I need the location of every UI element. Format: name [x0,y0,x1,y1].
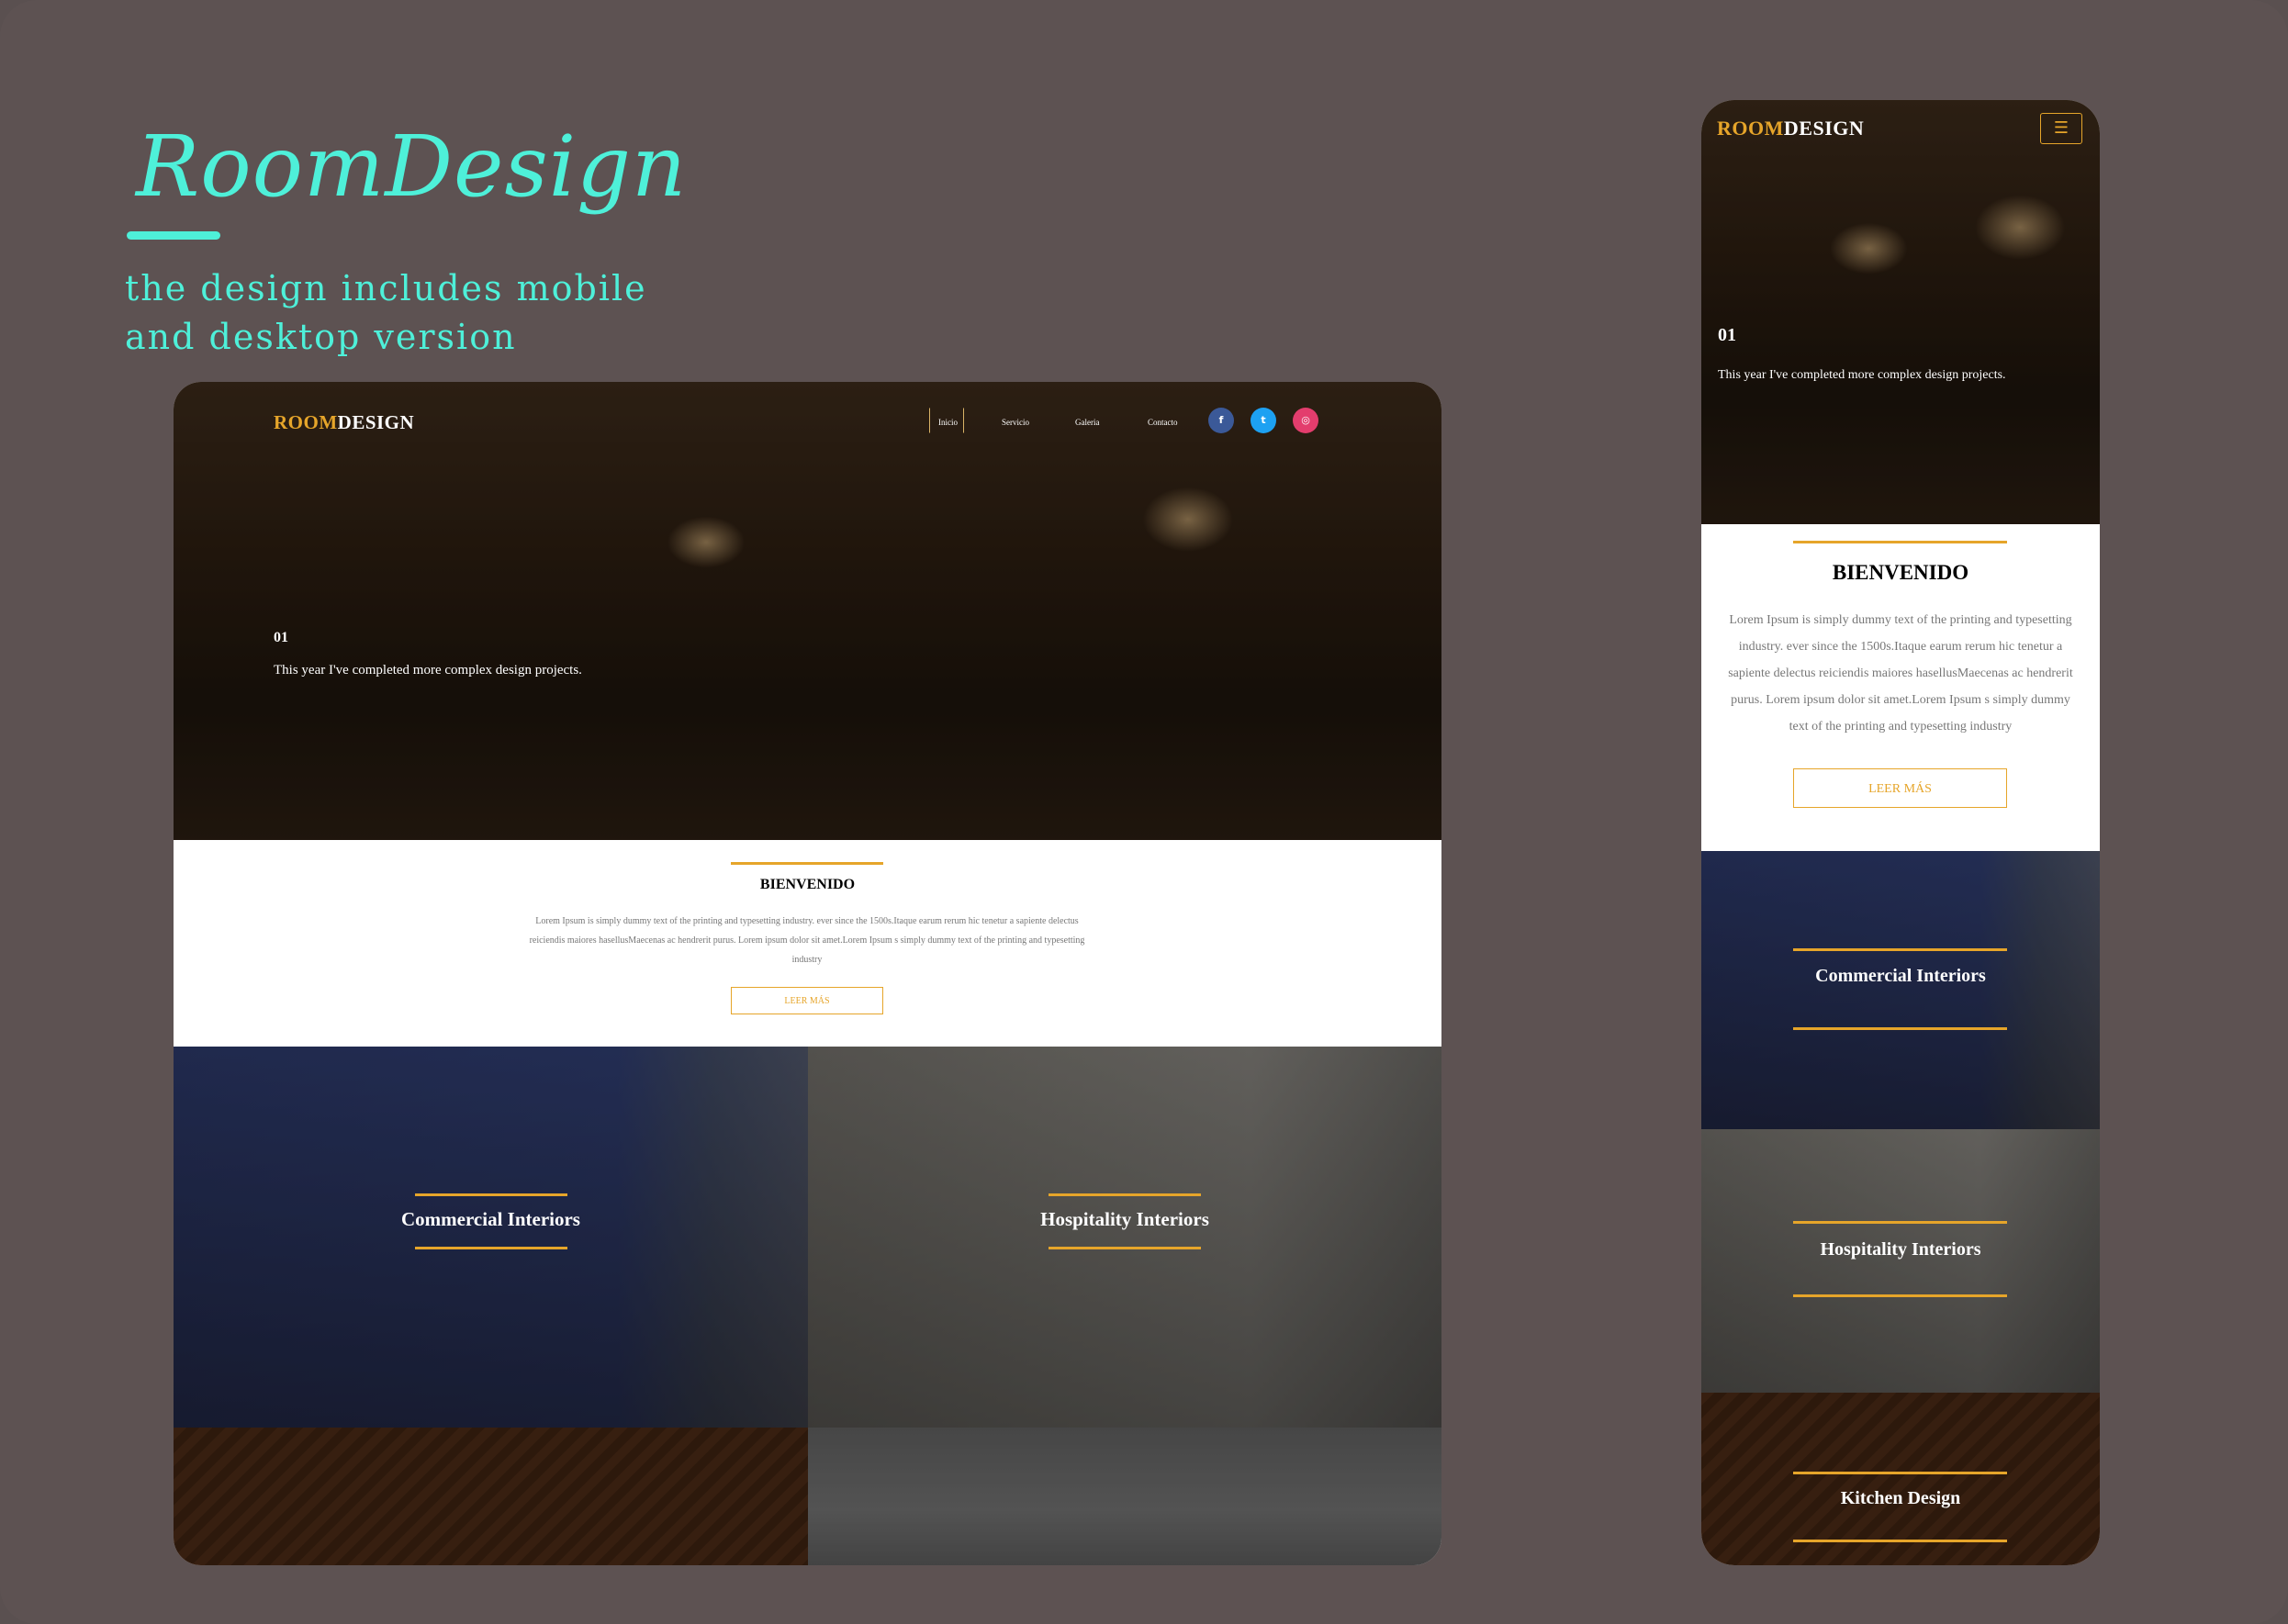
tile-overlay [1701,851,2100,1129]
tile-line-top [1793,948,2007,951]
tile-label: Hospitality Interiors [1820,1239,1981,1260]
tile-line-top [415,1193,567,1196]
tile-line-bottom [1793,1540,2007,1542]
tile-overlay [174,1428,808,1565]
presentation-canvas: RoomDesign the design includes mobile an… [0,0,2288,1624]
tile-label: Hospitality Interiors [1040,1208,1209,1230]
tile-commercial-interiors[interactable]: Commercial Interiors [1701,851,2100,1129]
welcome-divider [1793,541,2007,543]
hero-caption: This year I've completed more complex de… [1718,368,2006,382]
facebook-icon[interactable]: f [1208,408,1234,433]
tile-kitchen-preview[interactable] [808,1428,1441,1565]
hero-overlay [174,382,1441,840]
tile-line-bottom [1049,1247,1201,1249]
tile-line-bottom [415,1247,567,1249]
welcome-title: BIENVENIDO [759,877,856,892]
tile-line-top [1793,1221,2007,1224]
tile-line-top [1793,1472,2007,1474]
desktop-logo[interactable]: ROOMDESIGN [274,411,414,434]
desktop-mockup: ROOMDESIGN Inicio Servicio Galeria Conta… [174,382,1441,1565]
tile-label: Kitchen Design [1840,1488,1961,1508]
tile-line-top [1049,1193,1201,1196]
logo-rest: DESIGN [337,411,415,433]
logo-accent: ROOM [1717,117,1784,140]
tile-hospitality-interiors[interactable]: Hospitality Interiors [808,1047,1441,1428]
welcome-title: BIENVENIDO [1832,561,1969,584]
logo-accent: ROOM [274,411,338,433]
hero-caption: This year I've completed more complex de… [274,663,582,678]
tile-overlay [808,1428,1441,1565]
tile-hospitality-interiors[interactable]: Hospitality Interiors [1701,1129,2100,1393]
brand-underline [127,231,220,240]
desktop-welcome-section: BIENVENIDO Lorem Ipsum is simply dummy t… [174,840,1441,1047]
tile-commercial-interiors[interactable]: Commercial Interiors [174,1047,808,1428]
tile-line-bottom [1793,1294,2007,1297]
logo-rest: DESIGN [1783,117,1865,140]
tile-kitchen-design[interactable]: Kitchen Design [1701,1393,2100,1565]
hero-overlay [1701,100,2100,524]
nav-item-galeria[interactable]: Galeria [1075,418,1099,427]
twitter-icon[interactable]: t [1251,408,1276,433]
nav-item-contacto[interactable]: Contacto [1148,418,1178,427]
instagram-icon[interactable]: ◎ [1293,408,1318,433]
welcome-body: Lorem Ipsum is simply dummy text of the … [529,916,1085,965]
tile-label: Commercial Interiors [1815,966,1986,986]
welcome-body: Lorem Ipsum is simply dummy text of the … [1728,613,2073,734]
read-more-button[interactable]: LEER MÁS [1793,768,2007,808]
nav-item-inicio[interactable]: Inicio [938,418,958,427]
hero-number: 01 [274,630,288,645]
mobile-hero: ROOMDESIGN ☰ 01 This year I've completed… [1701,100,2100,524]
tile-overlay [1701,1129,2100,1393]
hero-number: 01 [1718,325,1736,345]
tile-overlay [808,1047,1441,1428]
mobile-logo[interactable]: ROOMDESIGN [1717,117,1864,140]
tile-label: Commercial Interiors [401,1208,580,1230]
intro-line-2: and desktop version [125,317,517,357]
mobile-mockup: ROOMDESIGN ☰ 01 This year I've completed… [1701,100,2100,1565]
nav-item-servicio[interactable]: Servicio [1002,418,1029,427]
brand-script-title: RoomDesign [136,118,688,216]
tile-line-bottom [1793,1027,2007,1030]
tile-attic-preview[interactable] [174,1428,808,1565]
hamburger-menu-icon[interactable]: ☰ [2040,113,2082,144]
desktop-hero: ROOMDESIGN Inicio Servicio Galeria Conta… [174,382,1441,840]
read-more-button[interactable]: LEER MÁS [731,987,883,1014]
mobile-welcome-section: BIENVENIDO Lorem Ipsum is simply dummy t… [1701,524,2100,851]
tile-overlay [174,1047,808,1428]
intro-line-1: the design includes mobile [125,268,647,308]
welcome-divider [731,862,883,865]
